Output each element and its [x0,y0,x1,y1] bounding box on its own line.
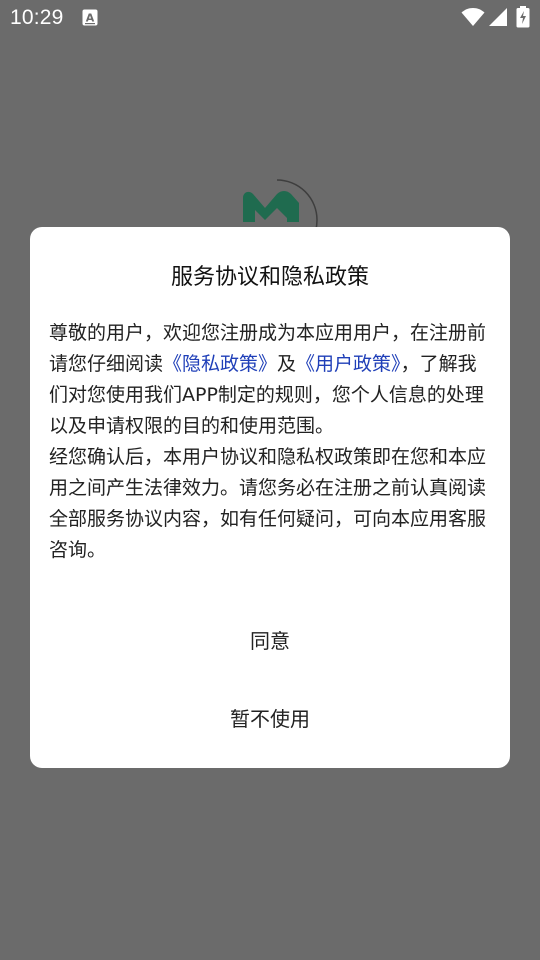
dialog-body: 尊敬的用户，欢迎您注册成为本应用用户，在注册前请您仔细阅读《隐私政策》及《用户政… [49,318,493,566]
agreement-paragraph-1: 尊敬的用户，欢迎您注册成为本应用用户，在注册前请您仔细阅读《隐私政策》及《用户政… [49,318,493,442]
a-notification-icon: A [82,9,98,26]
agreement-paragraph-2: 经您确认后，本用户协议和隐私权政策即在您和本应用之间产生法律效力。请您务必在注册… [49,446,487,561]
svg-text:A: A [86,12,95,25]
wifi-icon [461,7,485,27]
dialog-title: 服务协议和隐私政策 [170,265,369,290]
privacy-policy-link[interactable]: 《隐私政策》 [163,353,277,375]
privacy-agreement-dialog: 服务协议和隐私政策 尊敬的用户，欢迎您注册成为本应用用户，在注册前请您仔细阅读《… [30,227,510,768]
status-bar: 10:29 A [0,0,540,36]
user-policy-link[interactable]: 《用户政策》 [296,353,401,375]
battery-charging-icon [516,6,530,28]
cell-signal-icon [488,7,508,27]
agree-button[interactable]: 同意 [30,626,510,656]
decline-button[interactable]: 暂不使用 [30,704,510,734]
paragraph-1-conjunction: 及 [277,353,297,375]
status-time: 10:29 [10,6,64,29]
